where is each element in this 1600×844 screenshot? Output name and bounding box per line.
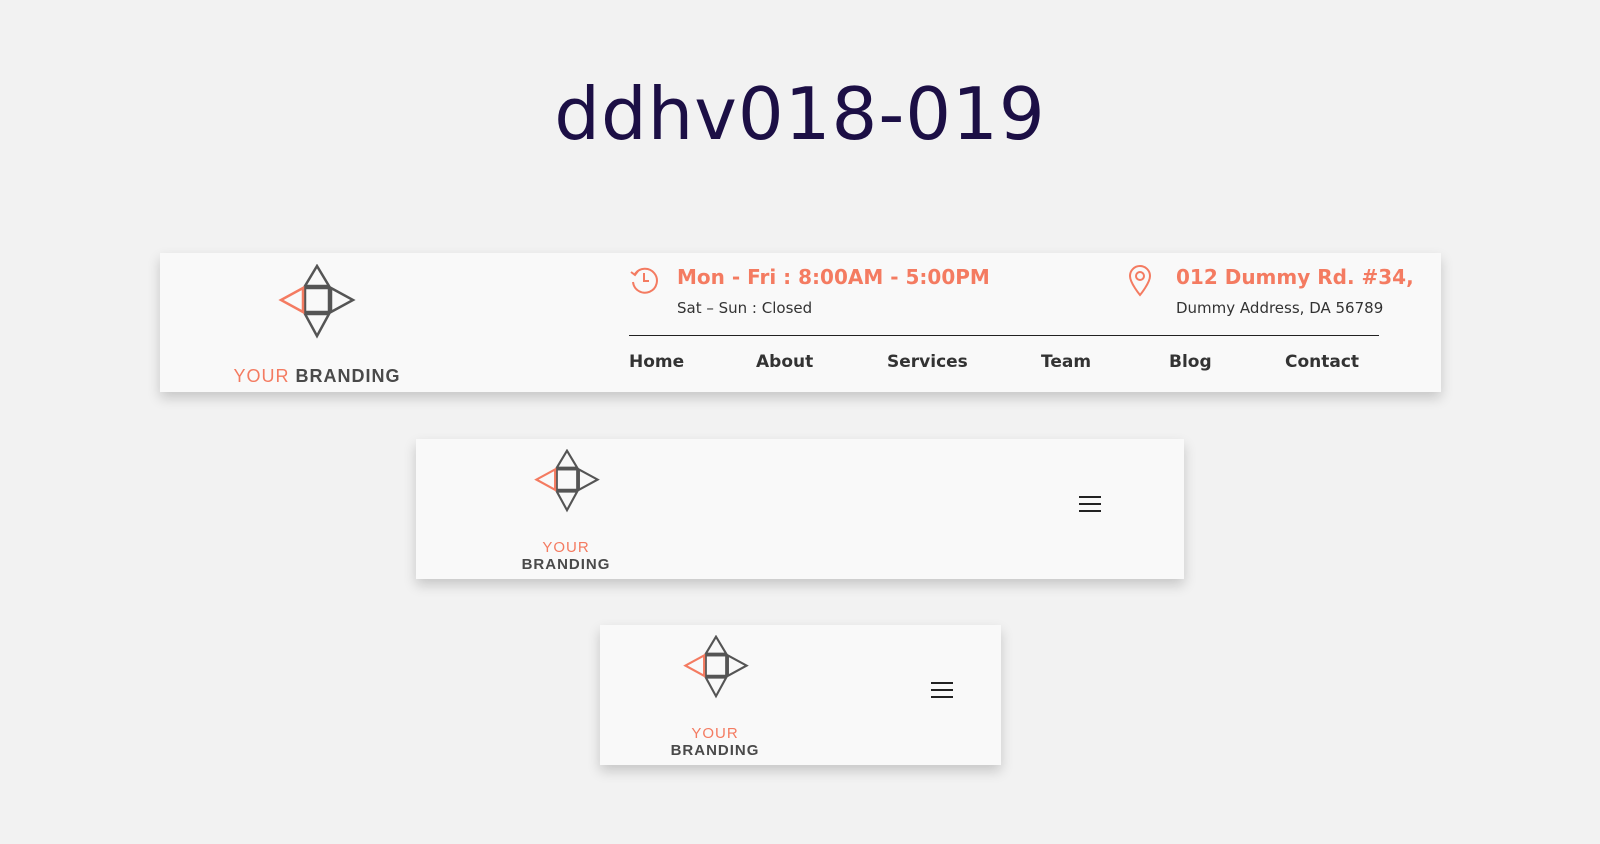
hamburger-line — [931, 689, 953, 691]
tablet-header: YOUR BRANDING — [416, 439, 1184, 579]
nav-services[interactable]: Services — [887, 352, 968, 372]
logo-mark-icon — [683, 635, 749, 699]
nav-blog[interactable]: Blog — [1169, 352, 1212, 372]
nav-team[interactable]: Team — [1041, 352, 1091, 372]
mobile-header: YOUR BRANDING — [600, 625, 1001, 765]
hamburger-line — [1079, 510, 1101, 512]
hamburger-line — [931, 696, 953, 698]
brand-name: YOUR BRANDING — [232, 366, 402, 387]
nav-about[interactable]: About — [756, 352, 813, 372]
nav-contact[interactable]: Contact — [1285, 352, 1359, 372]
brand-name-part1: YOUR — [542, 539, 590, 556]
brand-name-part1: YOUR — [233, 366, 290, 386]
nav-home[interactable]: Home — [629, 352, 684, 372]
hamburger-line — [931, 682, 953, 684]
main-nav: Home About Services Team Blog Contact — [629, 352, 1359, 376]
brand-name: YOUR BRANDING — [496, 539, 636, 573]
logo-mark-icon — [278, 264, 356, 339]
header-divider — [629, 335, 1379, 336]
hours-weekend: Sat – Sun : Closed — [677, 299, 813, 317]
hamburger-line — [1079, 496, 1101, 498]
page-title: ddhv018-019 — [554, 72, 1046, 156]
desktop-header: YOUR BRANDING Mon - Fri : 8:00AM - 5:00P… — [160, 253, 1441, 392]
brand-logo[interactable]: YOUR BRANDING — [645, 635, 785, 765]
brand-name: YOUR BRANDING — [645, 725, 785, 759]
hamburger-menu-icon[interactable] — [1079, 496, 1105, 516]
map-pin-icon — [1128, 265, 1152, 297]
address-line1: 012 Dummy Rd. #34, — [1176, 265, 1414, 289]
brand-logo[interactable]: YOUR BRANDING — [496, 449, 636, 579]
brand-name-part2: BRANDING — [295, 366, 401, 386]
hamburger-line — [1079, 503, 1101, 505]
brand-logo[interactable]: YOUR BRANDING — [232, 260, 402, 390]
brand-name-part2: BRANDING — [521, 556, 611, 573]
brand-name-part1: YOUR — [691, 725, 739, 742]
address-line2: Dummy Address, DA 56789 — [1176, 299, 1384, 317]
logo-mark-icon — [534, 449, 600, 513]
hours-weekdays: Mon - Fri : 8:00AM - 5:00PM — [677, 265, 990, 289]
clock-history-icon — [630, 267, 658, 294]
hamburger-menu-icon[interactable] — [931, 682, 957, 702]
brand-name-part2: BRANDING — [670, 742, 760, 759]
